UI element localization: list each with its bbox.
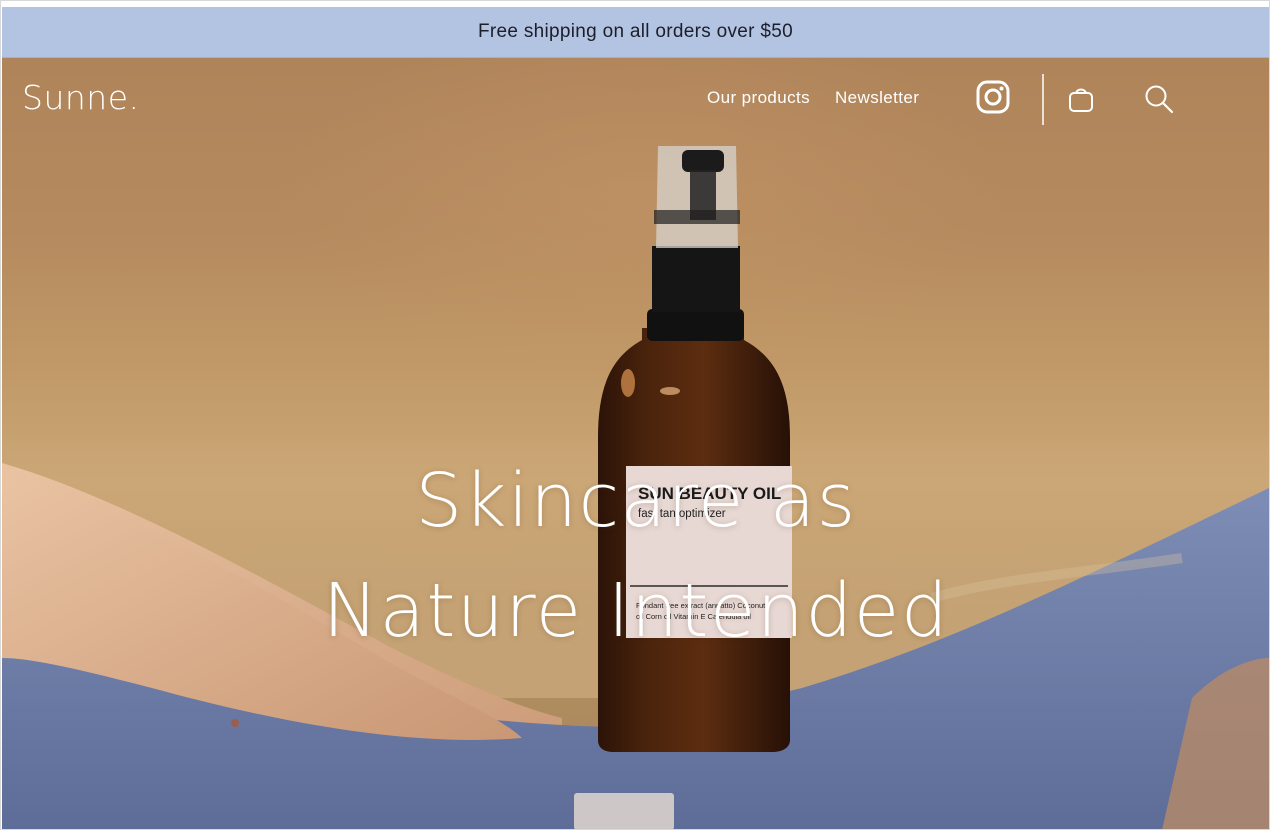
hero-headline-line2: Nature Intended <box>322 568 950 654</box>
hero-image: SUN BEAUTY OIL fast tan optimizer Fondan… <box>2 146 1269 829</box>
announcement-bar: Free shipping on all orders over $50 <box>2 7 1269 58</box>
search-icon <box>1145 85 1174 114</box>
shopping-bag-icon <box>1069 88 1093 112</box>
site-logo[interactable]: Sunne. <box>22 78 140 117</box>
instagram-icon <box>976 80 1010 114</box>
hero-banner: SUN BEAUTY OIL fast tan optimizer Fondan… <box>2 58 1269 829</box>
nav-our-products[interactable]: Our products <box>707 88 810 108</box>
search-button[interactable] <box>1143 83 1175 115</box>
hero-headline: Skincare as Nature Intended <box>2 446 1269 666</box>
cart-button[interactable] <box>1067 84 1095 114</box>
page: Free shipping on all orders over $50 SUN… <box>0 0 1270 830</box>
hero-headline-line1: Skincare as <box>415 458 857 544</box>
instagram-button[interactable] <box>976 80 1010 114</box>
nav-newsletter[interactable]: Newsletter <box>835 88 919 108</box>
header-divider <box>1042 74 1044 125</box>
announcement-text: Free shipping on all orders over $50 <box>478 21 793 42</box>
site-header: Sunne. Our products Newsletter <box>1 58 1269 142</box>
